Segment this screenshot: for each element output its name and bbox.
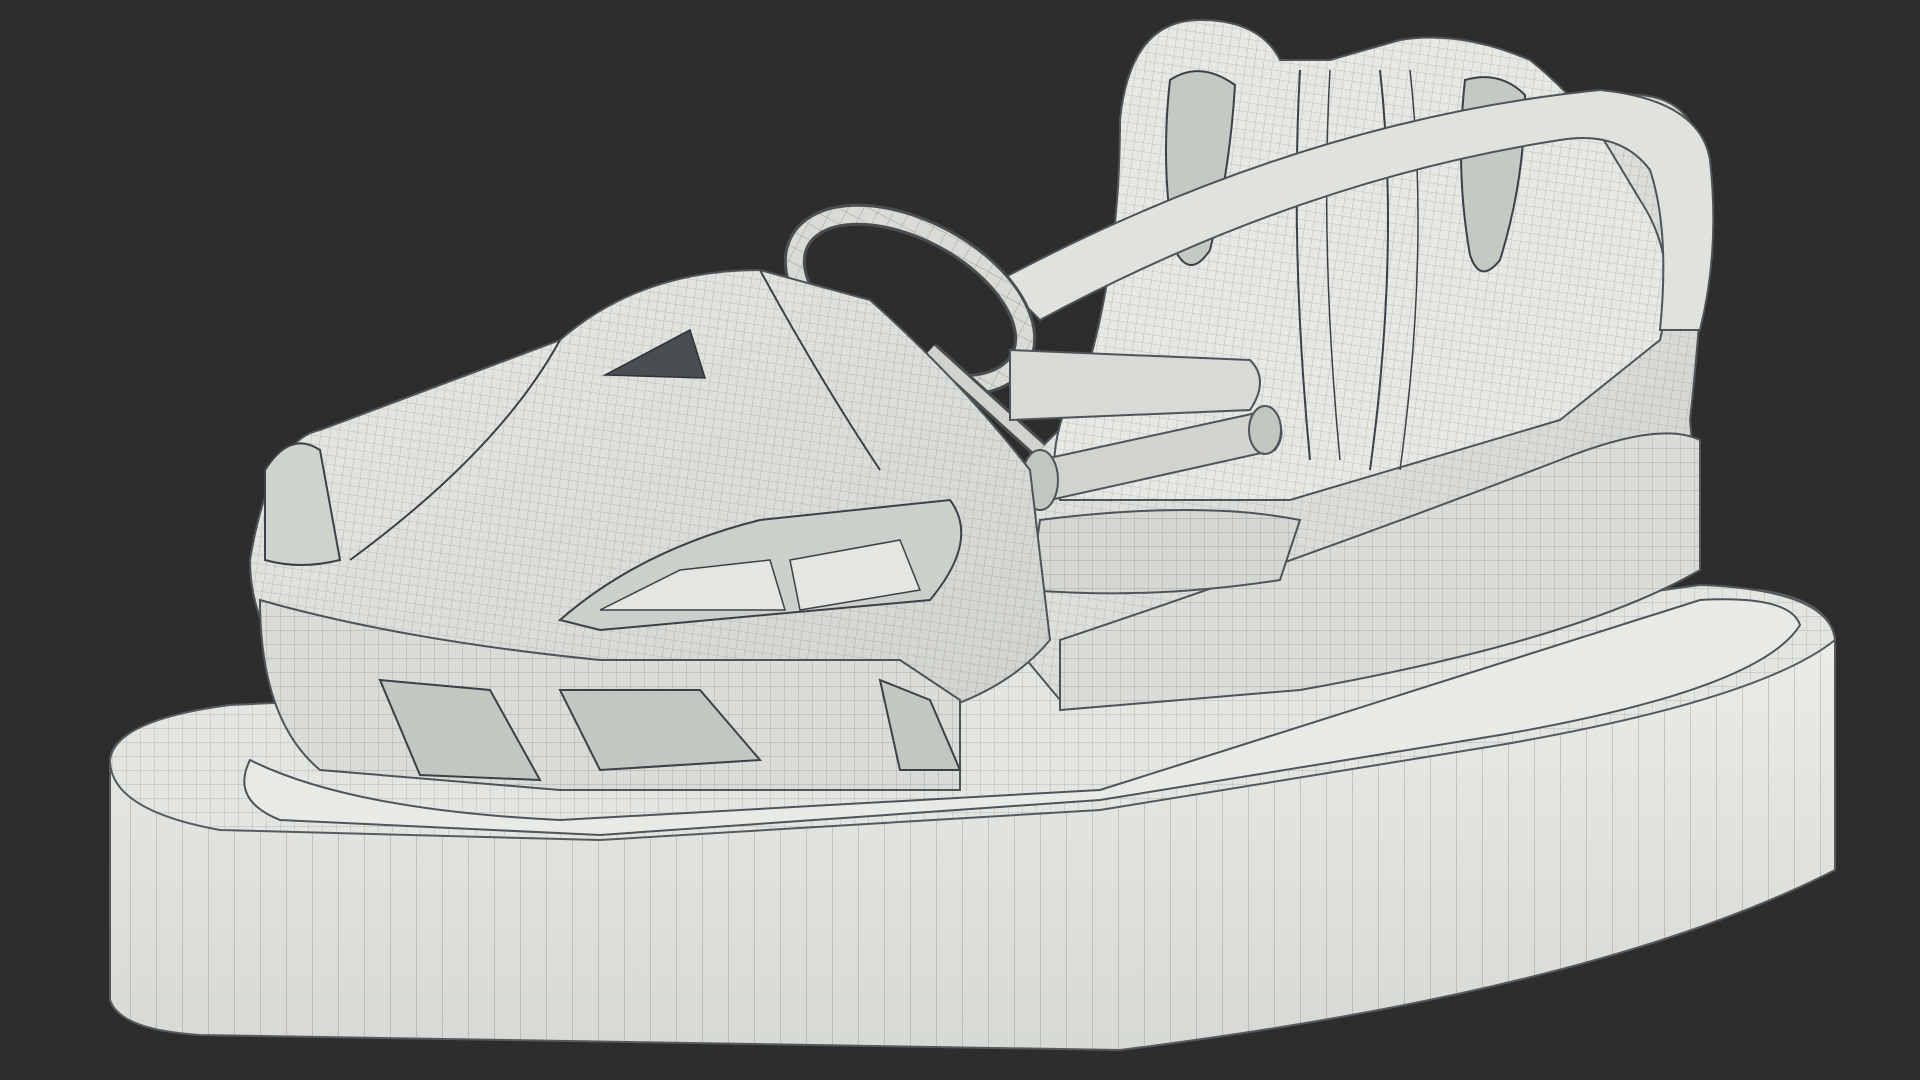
front-hood [248,268,1052,791]
bumper-car-model [108,18,1837,1052]
3d-viewport[interactable] [0,0,1920,1080]
